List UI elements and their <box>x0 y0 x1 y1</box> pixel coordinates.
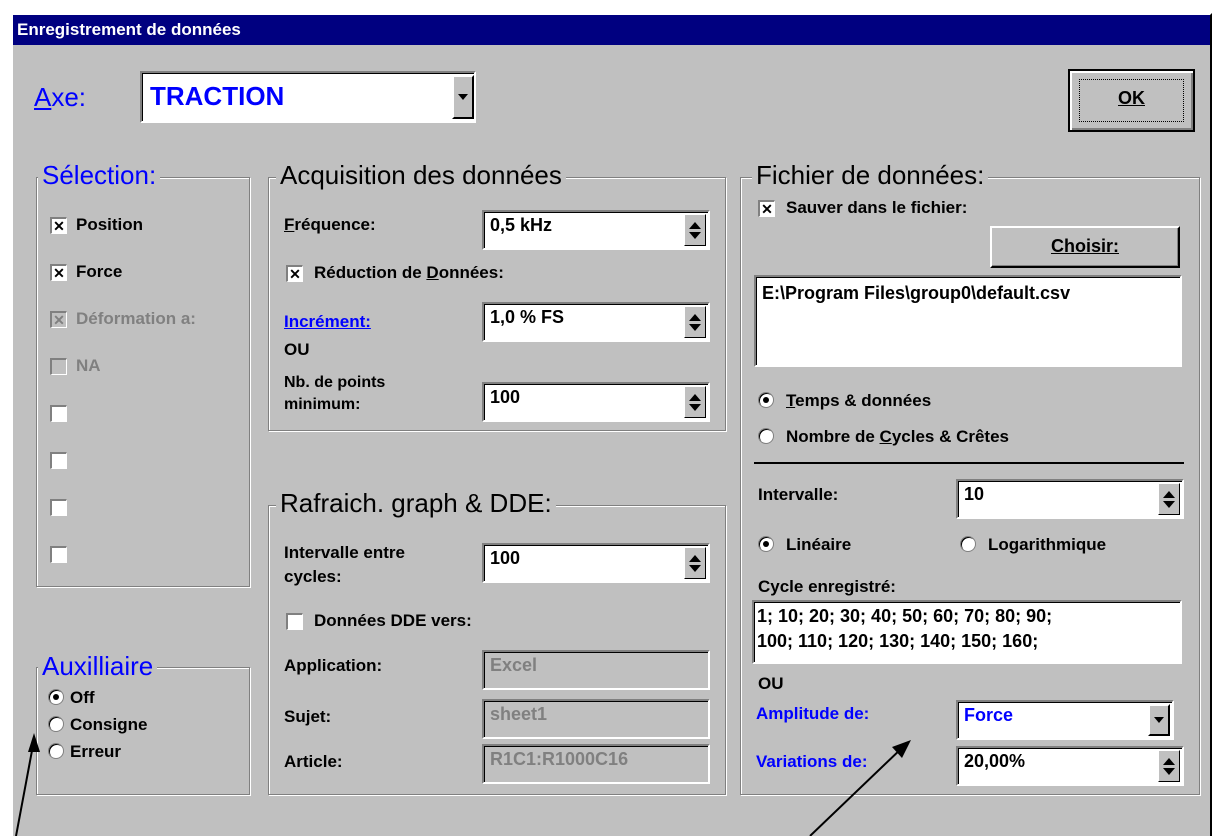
arrow-left-head <box>28 733 40 752</box>
arrow-right <box>809 744 906 836</box>
annotation-arrows <box>15 733 911 836</box>
arrow-left <box>15 739 35 836</box>
